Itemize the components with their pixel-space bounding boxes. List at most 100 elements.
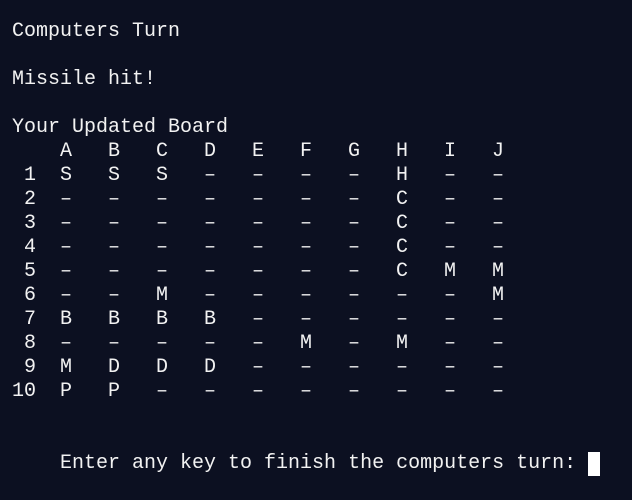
board-cell: – — [299, 188, 312, 211]
board-cell: M — [59, 356, 72, 379]
board-cell: – — [203, 212, 216, 235]
board-cell: – — [443, 332, 456, 355]
board-cell: – — [491, 308, 504, 331]
board-cell: – — [107, 236, 120, 259]
board-cell: – — [155, 236, 168, 259]
board-cell: – — [251, 284, 264, 307]
board-cell: – — [491, 212, 504, 235]
board-cell: – — [491, 164, 504, 187]
board-cell: S — [107, 164, 120, 187]
board-cell: B — [107, 308, 120, 331]
board-cell: – — [491, 356, 504, 379]
board-cell: – — [395, 308, 408, 331]
board-cell: – — [155, 332, 168, 355]
board-cell: – — [299, 380, 312, 403]
column-header: D — [203, 140, 216, 163]
board-title: Your Updated Board — [12, 116, 229, 139]
board-cell: C — [395, 236, 408, 259]
column-header: A — [59, 140, 72, 163]
board-cell: – — [347, 380, 360, 403]
board-cell: – — [347, 332, 360, 355]
board-cell: – — [59, 332, 72, 355]
board-cell: – — [251, 212, 264, 235]
board-cell: S — [155, 164, 168, 187]
board-cell: B — [59, 308, 72, 331]
board-cell: – — [299, 260, 312, 283]
board-cell: M — [395, 332, 408, 355]
board-cell: P — [107, 380, 120, 403]
row-label: 10 — [12, 380, 37, 403]
row-label: 7 — [23, 308, 36, 331]
board-cell: – — [251, 380, 264, 403]
board-cell: – — [251, 332, 264, 355]
board-cell: M — [491, 284, 504, 307]
board-cell: S — [59, 164, 72, 187]
board-cell: – — [107, 284, 120, 307]
row-label: 8 — [23, 332, 36, 355]
board-cell: – — [59, 284, 72, 307]
board-cell: B — [203, 308, 216, 331]
board-cell: – — [347, 236, 360, 259]
board-cell: – — [155, 212, 168, 235]
board-cell: D — [203, 356, 216, 379]
column-header: I — [443, 140, 456, 163]
board-cell: – — [155, 188, 168, 211]
board-cell: – — [443, 356, 456, 379]
row-label: 5 — [23, 260, 36, 283]
board-cell: – — [491, 380, 504, 403]
column-header: F — [299, 140, 312, 163]
status-message: Missile hit! — [12, 68, 157, 91]
board-cell: – — [395, 356, 408, 379]
board-cell: D — [107, 356, 120, 379]
column-header: B — [107, 140, 120, 163]
board-cell: M — [491, 260, 504, 283]
board-cell: – — [107, 260, 120, 283]
board-cell: – — [443, 236, 456, 259]
board-cell: – — [107, 332, 120, 355]
board-cell: – — [251, 260, 264, 283]
board-cell: – — [443, 188, 456, 211]
board-cell: – — [491, 236, 504, 259]
board-cell: – — [299, 236, 312, 259]
board-cell: – — [251, 356, 264, 379]
board-cell: – — [299, 284, 312, 307]
column-header: J — [491, 140, 504, 163]
board-cell: – — [347, 308, 360, 331]
board-cell: – — [203, 380, 216, 403]
board-cell: C — [395, 260, 408, 283]
board-cell: – — [107, 188, 120, 211]
board-cell: – — [491, 188, 504, 211]
board-cell: – — [395, 284, 408, 307]
board-cell: – — [203, 188, 216, 211]
board-cell: – — [443, 380, 456, 403]
board-cell: – — [203, 236, 216, 259]
input-prompt[interactable]: Enter any key to finish the computers tu… — [12, 428, 601, 476]
turn-heading: Computers Turn — [12, 20, 181, 43]
board-cell: M — [155, 284, 168, 307]
row-label: 4 — [23, 236, 36, 259]
row-label: 3 — [23, 212, 36, 235]
board-cell: M — [299, 332, 312, 355]
board-cell: – — [443, 284, 456, 307]
board-cell: C — [395, 188, 408, 211]
column-header: E — [251, 140, 264, 163]
board-cell: P — [59, 380, 72, 403]
board-cell: – — [347, 284, 360, 307]
board-cell: M — [443, 260, 456, 283]
board-cell: – — [203, 260, 216, 283]
board-cell: – — [395, 380, 408, 403]
row-label: 9 — [23, 356, 36, 379]
row-label: 2 — [23, 188, 36, 211]
board-cell: – — [251, 164, 264, 187]
board-cell: C — [395, 212, 408, 235]
text-cursor — [588, 452, 601, 476]
board-cell: – — [491, 332, 504, 355]
board-cell: H — [395, 164, 408, 187]
board-cell: – — [59, 236, 72, 259]
board-cell: – — [203, 284, 216, 307]
board-cell: – — [299, 164, 312, 187]
board-cell: B — [155, 308, 168, 331]
board-cell: – — [299, 212, 312, 235]
board-cell: – — [443, 308, 456, 331]
column-header: G — [347, 140, 360, 163]
